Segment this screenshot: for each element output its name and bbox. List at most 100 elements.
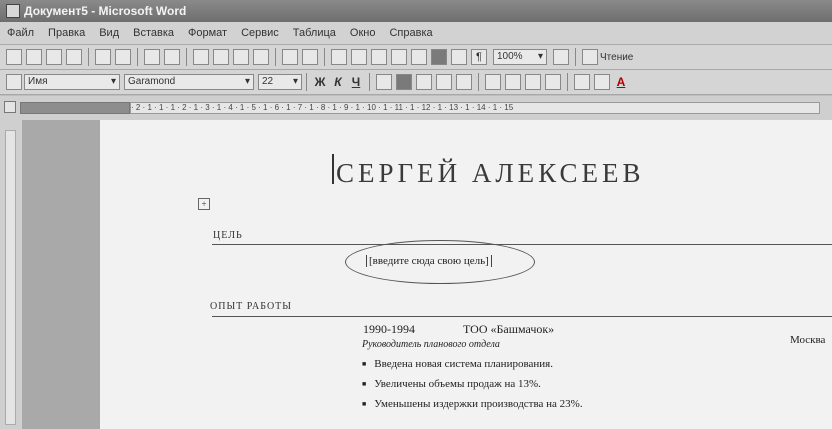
- insert-table-icon[interactable]: [371, 49, 387, 65]
- permission-icon[interactable]: [66, 49, 82, 65]
- menu-table[interactable]: Таблица: [286, 27, 343, 39]
- document-area: СЕРГЕЙ АЛЕКСЕЕВ + ЦЕЛЬ [введите сюда сво…: [22, 120, 832, 429]
- spelling-icon[interactable]: [144, 49, 160, 65]
- toolbar-separator: [369, 73, 370, 91]
- chevron-down-icon: ▾: [244, 76, 250, 87]
- menu-edit[interactable]: Правка: [41, 27, 92, 39]
- align-right-icon[interactable]: [416, 74, 432, 90]
- align-left-icon[interactable]: [376, 74, 392, 90]
- ruler-margin-left: [20, 102, 130, 114]
- experience-heading: ОПЫТ РАБОТЫ: [210, 301, 293, 312]
- font-value: Garamond: [128, 76, 176, 87]
- menu-help[interactable]: Справка: [382, 27, 439, 39]
- open-folder-icon[interactable]: [26, 49, 42, 65]
- horizontal-ruler: · 2 · 1 · 1 · 1 · 2 · 1 · 3 · 1 · 4 · 1 …: [0, 96, 832, 121]
- save-icon[interactable]: [46, 49, 62, 65]
- bullets-icon[interactable]: [505, 74, 521, 90]
- window-title: Документ5 - Microsoft Word: [24, 4, 187, 18]
- help-icon[interactable]: [553, 49, 569, 65]
- list-item: Увеличены объемы продаж на 13%.: [362, 374, 583, 394]
- print-icon[interactable]: [95, 49, 111, 65]
- toolbar-separator: [88, 48, 89, 66]
- text-cursor: [332, 154, 334, 184]
- styles-pane-icon[interactable]: [6, 74, 22, 90]
- section-divider: [212, 244, 832, 245]
- resume-name[interactable]: СЕРГЕЙ АЛЕКСЕЕВ: [336, 158, 645, 189]
- print-preview-icon[interactable]: [115, 49, 131, 65]
- menu-view[interactable]: Вид: [92, 27, 126, 39]
- toolbar-separator: [306, 73, 307, 91]
- achievements-list: Введена новая система планирования. Увел…: [362, 354, 583, 414]
- reading-mode-icon[interactable]: [582, 49, 598, 65]
- toolbar-separator: [275, 48, 276, 66]
- vertical-ruler-scale[interactable]: [5, 130, 16, 425]
- toolbar-separator: [137, 48, 138, 66]
- job-city: Москва: [790, 334, 826, 346]
- show-formatting-icon[interactable]: ¶: [471, 49, 487, 65]
- style-value: Имя: [28, 76, 48, 87]
- format-painter-icon[interactable]: [253, 49, 269, 65]
- goal-heading: ЦЕЛЬ: [213, 230, 243, 241]
- tables-borders-icon[interactable]: [351, 49, 367, 65]
- tab-selector-icon[interactable]: [4, 101, 16, 113]
- ruler-marks: · 2 · 1 · 1 · 1 · 2 · 1 · 3 · 1 · 4 · 1 …: [131, 103, 514, 112]
- paste-icon[interactable]: [233, 49, 249, 65]
- chevron-down-icon: ▾: [292, 76, 298, 87]
- chevron-down-icon: ▾: [110, 76, 116, 87]
- italic-button[interactable]: К: [330, 75, 346, 89]
- font-size-select[interactable]: 22 ▾: [258, 74, 302, 90]
- align-center-icon[interactable]: [396, 74, 412, 90]
- vertical-ruler: [0, 120, 23, 429]
- list-item: Введена новая система планирования.: [362, 354, 583, 374]
- reading-mode-button[interactable]: Чтение: [600, 52, 633, 63]
- zoom-select[interactable]: 100% ▾: [493, 49, 547, 65]
- font-select[interactable]: Garamond ▾: [124, 74, 254, 90]
- research-icon[interactable]: [164, 49, 180, 65]
- ruler-scale[interactable]: · 2 · 1 · 1 · 1 · 2 · 1 · 3 · 1 · 4 · 1 …: [130, 102, 820, 114]
- numbering-icon[interactable]: [485, 74, 501, 90]
- toolbar-separator: [567, 73, 568, 91]
- formatting-toolbar: Имя ▾ Garamond ▾ 22 ▾ Ж К Ч А: [0, 70, 832, 95]
- menu-format[interactable]: Формат: [181, 27, 234, 39]
- word-app-icon[interactable]: [6, 4, 20, 18]
- menu-file[interactable]: Файл: [0, 27, 41, 39]
- increase-indent-icon[interactable]: [545, 74, 561, 90]
- job-position: Руководитель планового отдела: [362, 339, 500, 350]
- style-select[interactable]: Имя ▾: [24, 74, 120, 90]
- chevron-down-icon: ▾: [537, 51, 543, 62]
- decrease-indent-icon[interactable]: [525, 74, 541, 90]
- goal-placeholder-field[interactable]: [введите сюда свою цель]: [366, 255, 492, 267]
- toolbar-separator: [324, 48, 325, 66]
- font-color-button[interactable]: А: [613, 75, 629, 89]
- toolbar-separator: [478, 73, 479, 91]
- zoom-value: 100%: [497, 51, 523, 62]
- document-map-icon[interactable]: [451, 49, 467, 65]
- bold-button[interactable]: Ж: [312, 75, 328, 89]
- redo-icon[interactable]: [302, 49, 318, 65]
- highlight-icon[interactable]: [594, 74, 610, 90]
- new-document-icon[interactable]: [6, 49, 22, 65]
- line-spacing-icon[interactable]: [456, 74, 472, 90]
- columns-icon[interactable]: [411, 49, 427, 65]
- insert-excel-icon[interactable]: [391, 49, 407, 65]
- toolbar-separator: [186, 48, 187, 66]
- drawing-icon[interactable]: [431, 49, 447, 65]
- menu-insert[interactable]: Вставка: [126, 27, 181, 39]
- job-company: ТОО «Башмачок»: [463, 322, 555, 336]
- undo-icon[interactable]: [282, 49, 298, 65]
- menu-bar: Файл Правка Вид Вставка Формат Сервис Та…: [0, 22, 832, 45]
- section-divider: [212, 316, 832, 317]
- font-size-value: 22: [262, 76, 274, 87]
- list-item: Уменьшены издержки производства на 23%.: [362, 394, 582, 414]
- copy-icon[interactable]: [213, 49, 229, 65]
- justify-icon[interactable]: [436, 74, 452, 90]
- cut-icon[interactable]: [193, 49, 209, 65]
- menu-window[interactable]: Окно: [343, 27, 383, 39]
- job-years: 1990-1994: [363, 322, 415, 336]
- table-move-handle-icon[interactable]: +: [198, 198, 210, 210]
- hyperlink-icon[interactable]: [331, 49, 347, 65]
- underline-button[interactable]: Ч: [348, 75, 364, 89]
- borders-icon[interactable]: [574, 74, 590, 90]
- menu-tools[interactable]: Сервис: [234, 27, 286, 39]
- document-page[interactable]: СЕРГЕЙ АЛЕКСЕЕВ + ЦЕЛЬ [введите сюда сво…: [100, 120, 832, 429]
